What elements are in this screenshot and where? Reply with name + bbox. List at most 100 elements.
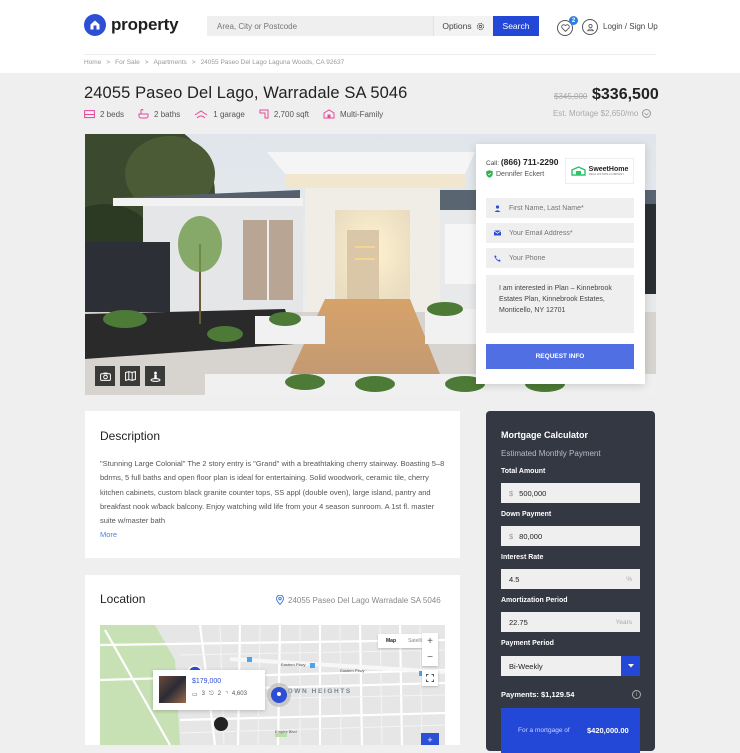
breadcrumb-home[interactable]: Home [84,59,101,66]
home-type-icon [323,109,335,119]
original-price: $345,000 [554,92,588,101]
transit-icon [310,663,315,668]
site-header: property Options Search 2 Login / Sign U… [0,0,740,73]
payment-period-select[interactable]: Bi-Weekly [501,656,621,676]
camera-icon [99,372,111,381]
floorplan-button[interactable] [120,366,140,386]
breadcrumb-for-sale[interactable]: For Sale [115,59,140,66]
zoom-controls: + − [422,633,438,666]
location-address-label: 24055 Paseo Del Lago Warradale SA 5046 [288,595,441,605]
down-payment-label: Down Payment [501,511,552,518]
logo[interactable]: property [84,14,179,36]
currency-prefix: $ [509,531,514,541]
search-button[interactable]: Search [493,16,539,36]
feature-label: 2 beds [100,109,125,119]
request-info-button[interactable]: REQUEST INFO [486,344,634,369]
map-view[interactable]: Eastern Pkwy Eastern Pkwy CROWN HEIGHTS … [100,625,445,745]
map-add-button[interactable]: + [421,733,439,745]
sweethome-logo-icon [570,166,586,176]
interest-rate-field[interactable]: % [501,569,640,589]
payments-summary: Payments: $1,129.54 [501,690,575,699]
breadcrumb-separator: > [144,59,149,66]
interest-rate-input[interactable] [509,574,627,584]
phone-number: (866) 711-2290 [500,157,559,167]
logo-house-icon [84,14,106,36]
estimated-mortgage: Est. Mortage $2,650/mo [553,109,652,118]
popup-baths: 2 [217,691,222,697]
feature-beds: 2 beds [84,109,124,119]
percent-suffix: % [626,575,632,583]
photo-controls [95,366,165,386]
photos-button[interactable] [95,366,115,386]
verified-shield-icon [486,170,493,178]
fullscreen-icon [426,674,434,682]
agent-name-label: Dennifer Eckert [496,170,545,178]
mortgage-calculator: Mortgage Calculator Estimated Monthly Pa… [486,411,655,753]
payment-period-value: Bi-Weekly [509,661,543,671]
listing-price: $336,500 [592,86,659,103]
user-icon [494,204,501,212]
payment-period-label: Payment Period [501,640,554,647]
user-icon[interactable] [582,19,598,35]
zoom-in-button[interactable]: + [422,633,438,650]
chevron-down-circle-icon[interactable] [642,109,652,118]
name-input[interactable] [509,204,629,212]
message-textarea[interactable]: I am interested in Plan – Kinnebrook Est… [486,275,634,333]
map-type-map[interactable]: Map [378,634,404,648]
down-payment-field[interactable]: $ [501,526,640,546]
breadcrumb-current: 24055 Paseo Del Lago Laguna Woods, CA 92… [200,59,345,66]
property-marker[interactable] [214,717,228,731]
email-input[interactable] [509,229,629,237]
zoom-out-button[interactable]: − [422,650,438,667]
amortization-input[interactable] [509,617,616,627]
search-field[interactable] [207,16,433,37]
contact-agent-card: Call: (866) 711-2290 Dennifer Eckert Swe… [476,144,645,384]
bed-icon [84,109,95,118]
selected-location-marker[interactable] [267,683,291,707]
interest-rate-label: Interest Rate [501,554,544,561]
heart-icon [560,24,570,32]
street-view-icon [150,371,160,382]
total-amount-field[interactable]: $ [501,483,640,503]
phone-field[interactable] [486,248,634,268]
feature-baths: 2 baths [138,109,180,119]
options-button[interactable]: Options [433,16,493,36]
street-label: Eastern Pkwy [340,668,364,673]
area-icon: ⌝ [225,692,228,698]
description-heading: Description [100,429,161,443]
estimated-mortgage-label: Est. Mortage $2,650/mo [553,109,639,118]
feature-label: 1 garage [213,109,245,119]
favorites-count-badge: 2 [569,16,578,25]
name-field[interactable] [486,198,634,218]
street-label: Empire Blvd [275,729,297,734]
breadcrumb-apartments[interactable]: Apartments [154,59,187,66]
popup-area: 4,603 [231,691,247,697]
breadcrumb-separator: > [106,59,111,66]
map-icon [124,371,136,381]
location-address: 24055 Paseo Del Lago Warradale SA 5046 [276,595,441,605]
search-input[interactable] [207,16,433,37]
agent-name: Dennifer Eckert [486,170,544,178]
feature-area: 2,700 sqft [259,109,309,119]
caret-down-icon [627,664,634,668]
map-popup-card[interactable]: $179,000 ▭ 3 ⎋ 2 ⌝ 4,603 [153,670,265,710]
email-field[interactable] [486,223,634,243]
feature-label: 2,700 sqft [273,109,310,119]
amortization-field[interactable]: Years [501,612,640,632]
feature-label: Multi-Family [340,109,384,119]
more-link[interactable]: More [100,530,117,539]
garage-icon [195,109,208,118]
fullscreen-button[interactable] [422,670,438,686]
popup-price: $179,000 [192,678,222,685]
street-view-button[interactable] [145,366,165,386]
down-payment-input[interactable] [519,531,632,541]
agent-phone[interactable]: Call: (866) 711-2290 [486,157,559,167]
payment-period-dropdown-button[interactable] [621,656,640,676]
phone-input[interactable] [509,254,629,262]
popup-features: ▭ 3 ⎋ 2 ⌝ 4,603 [192,691,247,698]
envelope-icon [494,230,501,236]
login-signup-link[interactable]: Login / Sign Up [603,22,658,31]
header-divider [84,54,656,55]
info-icon[interactable]: i [632,690,641,699]
total-amount-input[interactable] [519,488,632,498]
